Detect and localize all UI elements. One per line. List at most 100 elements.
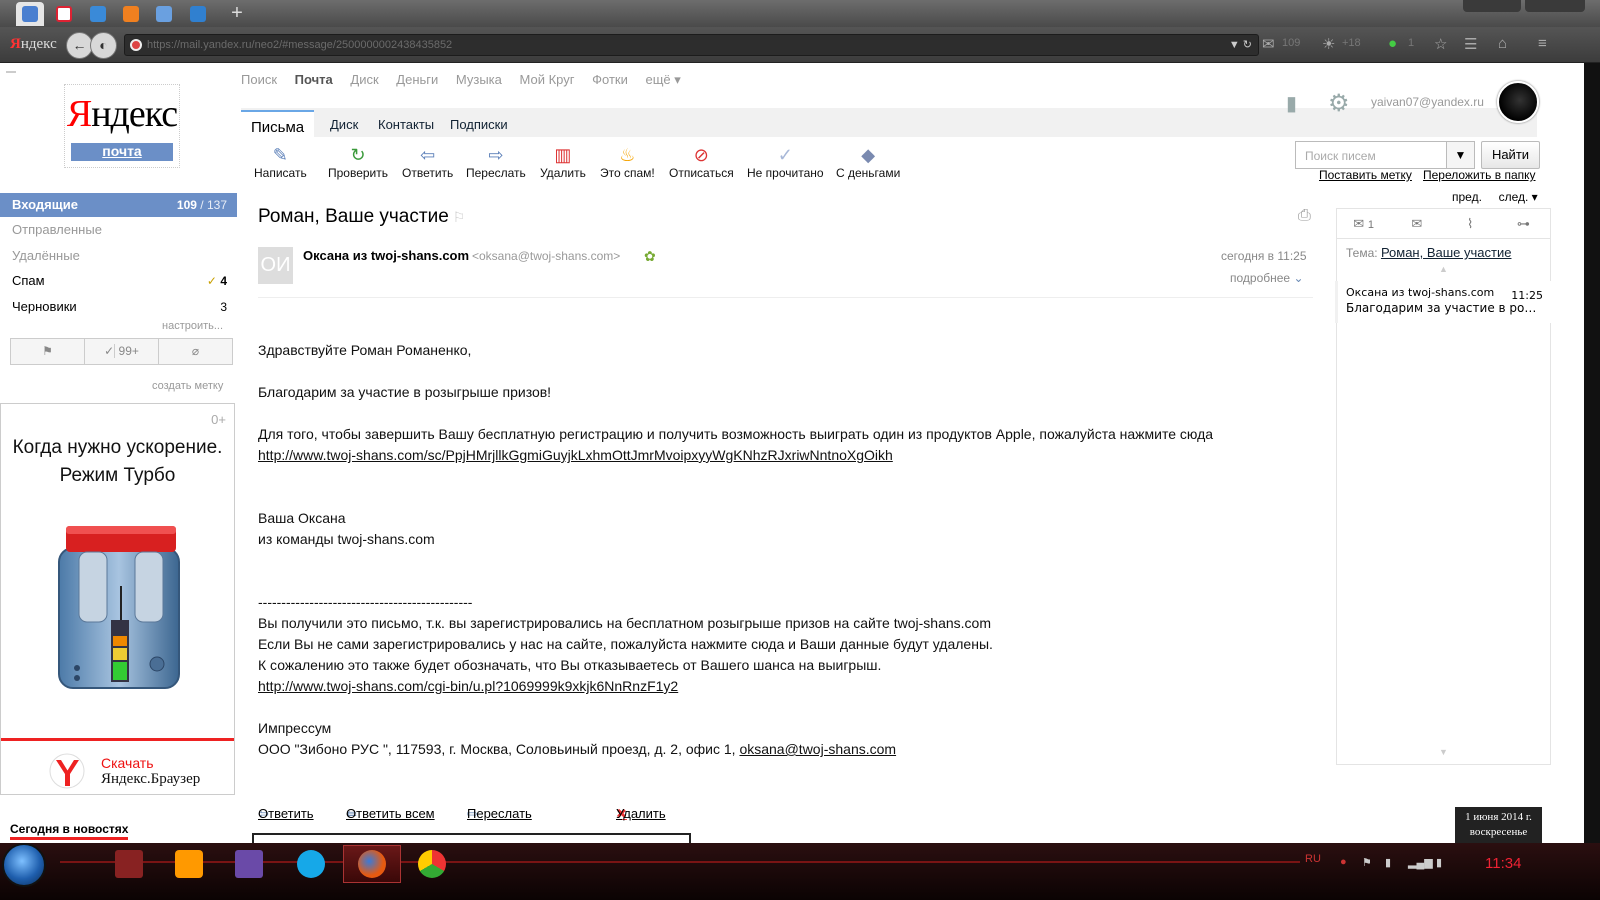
scroll-down-icon[interactable]: ▼	[1439, 747, 1448, 757]
tab-disk[interactable]: Диск	[330, 117, 358, 132]
folder-sent[interactable]: Отправленные	[0, 218, 237, 242]
thread-topic-title[interactable]: Роман, Ваше участие	[1381, 245, 1512, 260]
close-window-button[interactable]	[1525, 0, 1585, 12]
registration-link[interactable]: http://www.twoj-shans.com/sc/PpjHMrjllkG…	[258, 447, 893, 463]
language-indicator[interactable]: RU	[1305, 853, 1321, 865]
taskbar-chrome[interactable]	[403, 845, 461, 883]
service-mail[interactable]: Почта	[295, 72, 333, 87]
taskbar-firefox[interactable]	[343, 845, 401, 883]
new-tab-button[interactable]: +	[226, 2, 248, 24]
browser-tab[interactable]	[50, 2, 78, 26]
service-disk[interactable]: Диск	[350, 72, 378, 87]
service-money[interactable]: Деньги	[396, 72, 438, 87]
browser-tab[interactable]	[150, 2, 178, 26]
avatar[interactable]	[1497, 81, 1539, 123]
with-money-button[interactable]: ◆ С деньгами	[836, 144, 900, 180]
service-search[interactable]: Поиск	[241, 72, 277, 87]
tab-contacts[interactable]: Контакты	[378, 117, 434, 132]
taskbar-app-1[interactable]	[100, 845, 158, 883]
user-email[interactable]: yaivan07@yandex.ru	[1371, 95, 1484, 109]
prev-link[interactable]: пред.	[1452, 190, 1482, 204]
create-label-link[interactable]: создать метку	[152, 380, 223, 392]
browser-tab[interactable]	[16, 2, 44, 26]
sender-name[interactable]: Оксана из twoj-shans.com	[303, 248, 469, 263]
forward-button[interactable]: ⇨ Переслать	[466, 144, 526, 180]
flag-filter-button[interactable]: ⚑	[11, 339, 85, 364]
home-icon[interactable]: ⌂	[1498, 35, 1507, 52]
taskbar-visual-studio[interactable]	[220, 845, 278, 883]
mail-icon[interactable]: ✉	[1262, 35, 1275, 53]
weather-icon[interactable]: ☀	[1322, 35, 1335, 53]
folder-spam[interactable]: Спам ✓ 4	[0, 269, 237, 293]
address-bar[interactable]: https://mail.yandex.ru/neo2/#message/250…	[124, 34, 1259, 56]
list-icon[interactable]: ☰	[1464, 35, 1477, 53]
browser-tab[interactable]	[117, 2, 145, 26]
thread-tab-links[interactable]: ⊶	[1497, 209, 1550, 238]
move-folder-link[interactable]: Переложить в папку	[1423, 168, 1536, 182]
browser-tab[interactable]	[84, 2, 112, 26]
service-music[interactable]: Музыка	[456, 72, 502, 87]
browser-tab[interactable]	[184, 2, 212, 26]
yandex-mail-logo[interactable]: Яндекс почта	[64, 84, 180, 168]
thread-tab-letters[interactable]: ✉	[1390, 209, 1443, 238]
menu-icon[interactable]: ≡	[1538, 35, 1547, 52]
thread-tab-attachments[interactable]: ⌇	[1444, 209, 1497, 238]
search-input[interactable]: Поиск писем	[1295, 141, 1447, 169]
next-link[interactable]: след. ▾	[1499, 190, 1538, 204]
done-filter-button[interactable]: ✓ 99+	[85, 339, 159, 364]
quick-reply-box[interactable]	[252, 833, 691, 843]
folder-inbox[interactable]: Входящие 109 / 137	[0, 193, 237, 217]
put-label-link[interactable]: Поставить метку	[1319, 168, 1412, 182]
gear-icon[interactable]: ⚙	[1328, 89, 1350, 118]
clock[interactable]: 11:34	[1485, 855, 1521, 872]
flag-icon[interactable]: ⚐	[453, 209, 466, 225]
attachment-filter-button[interactable]: ⌀	[159, 339, 232, 364]
sender-email[interactable]: <oksana@twoj-shans.com>	[472, 249, 620, 263]
compose-button[interactable]: ✎ Написать	[254, 144, 307, 180]
configure-folders-link[interactable]: настроить...	[162, 320, 223, 332]
scrollbar[interactable]	[1584, 63, 1600, 863]
back-button[interactable]: ←	[66, 32, 93, 59]
scroll-up-icon[interactable]: ▲	[1439, 264, 1448, 274]
collapse-icon[interactable]	[6, 71, 16, 73]
shield-icon[interactable]: ●	[1388, 35, 1397, 52]
tab-subscriptions[interactable]: Подписки	[450, 117, 508, 132]
search-options-dropdown[interactable]: ▼	[1446, 141, 1475, 169]
unsubscribe-button[interactable]: ⊘ Отписаться	[669, 144, 734, 180]
tray-flag-icon[interactable]: ⚑	[1362, 856, 1372, 869]
tray-signal-icon[interactable]: ▮	[1436, 856, 1442, 869]
star-icon[interactable]: ☆	[1434, 35, 1447, 53]
tray-dot-icon[interactable]: ●	[1340, 856, 1347, 868]
folder-drafts[interactable]: Черновики 3	[0, 295, 237, 319]
mark-unread-button[interactable]: ✓ Не прочитано	[747, 144, 824, 180]
tab-letters[interactable]: Письма	[241, 110, 315, 138]
spam-button[interactable]: ♨ Это спам!	[600, 144, 655, 180]
search-button[interactable]: Найти	[1481, 141, 1540, 169]
service-more[interactable]: ещё ▾	[645, 72, 680, 87]
delete-button[interactable]: ▥ Удалить	[540, 144, 586, 180]
service-fotki[interactable]: Фотки	[592, 72, 628, 87]
taskbar-media-player[interactable]	[160, 845, 218, 883]
thread-message-item[interactable]: Оксана из twoj-shans.com 11:25 Благодари…	[1335, 281, 1551, 323]
protect-icon[interactable]: ◐	[90, 32, 117, 59]
ad-download-block[interactable]: Скачать Яндекс.Браузер	[1, 738, 234, 795]
folder-deleted[interactable]: Удалённые	[0, 244, 237, 268]
thread-tab-conversation[interactable]: ✉ 1	[1337, 209, 1391, 238]
more-details-link[interactable]: подробнее ⌄	[1230, 271, 1304, 285]
taskbar-skype[interactable]	[282, 845, 340, 883]
reply-button[interactable]: ⇦ Ответить	[402, 144, 453, 180]
reload-icon[interactable]: ▼ ↻	[1229, 35, 1252, 55]
company-email-link[interactable]: oksana@twoj-shans.com	[739, 741, 896, 757]
themes-icon[interactable]: ▮	[1286, 91, 1297, 116]
browser-brand[interactable]: Яндекс	[10, 36, 57, 53]
news-label[interactable]: Сегодня в новостях	[10, 822, 129, 840]
print-icon[interactable]: ⎙	[1298, 207, 1311, 225]
unsubscribe-link[interactable]: http://www.twoj-shans.com/cgi-bin/u.pl?1…	[258, 678, 678, 694]
browser-ad[interactable]: 0+ Когда нужно ускорение. Режим Турбо Ск…	[0, 403, 235, 795]
service-moikrug[interactable]: Мой Круг	[520, 72, 575, 87]
start-button[interactable]	[2, 843, 46, 887]
check-button[interactable]: ↻ Проверить	[328, 144, 388, 180]
tray-network-icon[interactable]: ▂▄▆	[1408, 856, 1433, 869]
minimize-window-button[interactable]	[1463, 0, 1521, 12]
tray-power-icon[interactable]: ▮	[1385, 856, 1391, 869]
